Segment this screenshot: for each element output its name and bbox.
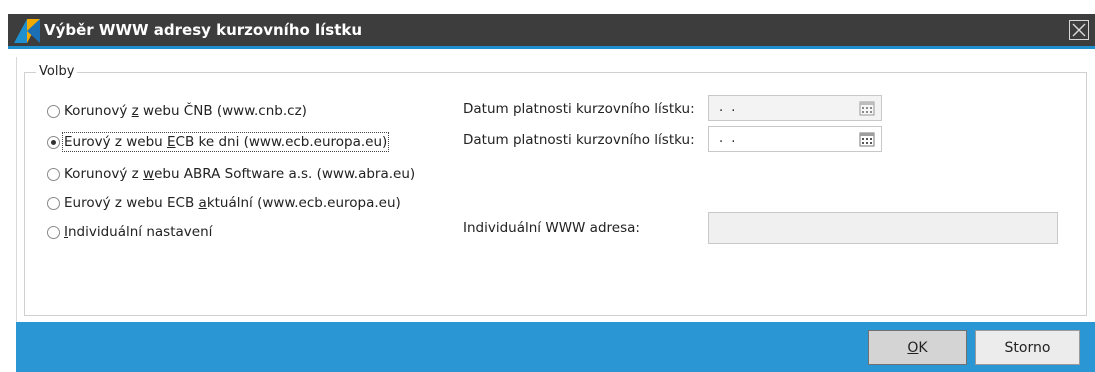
date2-value: . . [719,131,738,146]
date2-label: Datum platnosti kurzovního lístku: [463,132,695,148]
calendar-icon[interactable] [859,131,875,147]
url-label: Individuální WWW adresa: [463,220,640,236]
calendar-icon[interactable] [859,100,875,116]
title-bar: Výběr WWW adresy kurzovního lístku [0,0,1095,57]
app-logo-icon [14,19,40,43]
option-ecb-current-label[interactable]: Eurový z webu ECB aktuální (www.ecb.euro… [64,195,401,211]
date1-value: . . [719,100,738,115]
option-abra-label[interactable]: Korunový z webu ABRA Software a.s. (www.… [64,166,415,182]
close-icon [1072,23,1086,37]
date2-field[interactable]: . . [708,126,882,152]
option-individual-label[interactable]: Individuální nastavení [64,224,212,240]
radio-individual[interactable] [47,225,60,239]
url-field[interactable] [708,212,1058,244]
radio-ecb-date[interactable] [47,135,60,149]
ok-button[interactable]: OK [868,330,967,365]
option-ecb-date[interactable]: Eurový z webu ECB ke dni (www.ecb.europa… [47,132,390,152]
option-ecb-date-label[interactable]: Eurový z webu ECB ke dni (www.ecb.europa… [61,132,390,152]
option-individual[interactable]: Individuální nastavení [47,222,212,242]
date1-label: Datum platnosti kurzovního lístku: [463,101,695,117]
date1-field[interactable]: . . [708,95,882,121]
option-abra[interactable]: Korunový z webu ABRA Software a.s. (www.… [47,164,415,184]
window-title: Výběr WWW adresy kurzovního lístku [44,21,363,39]
option-cnb[interactable]: Korunový z webu ČNB (www.cnb.cz) [47,101,307,121]
radio-abra[interactable] [47,167,60,181]
close-button[interactable] [1069,20,1089,40]
title-accent-line [8,46,1095,49]
option-cnb-label[interactable]: Korunový z webu ČNB (www.cnb.cz) [64,103,307,119]
radio-ecb-current[interactable] [47,196,60,210]
options-group-legend: Volby [36,64,78,79]
radio-cnb[interactable] [47,104,60,118]
option-ecb-current[interactable]: Eurový z webu ECB aktuální (www.ecb.euro… [47,193,401,213]
cancel-button[interactable]: Storno [975,330,1080,365]
